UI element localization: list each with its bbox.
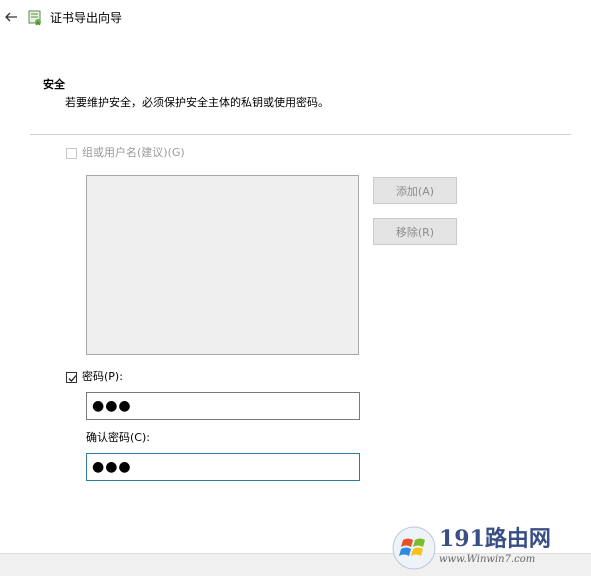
password-checkbox[interactable] (66, 372, 77, 383)
group-checkbox-label: 组或用户名(建议)(G) (82, 146, 185, 159)
password-checkbox-label: 密码(P): (82, 370, 123, 383)
divider (30, 134, 571, 135)
back-arrow-icon[interactable] (4, 9, 18, 23)
window-title: 证书导出向导 (50, 11, 123, 25)
title-bar: 证书导出向导 (0, 0, 591, 38)
group-checkbox[interactable] (66, 148, 77, 159)
section-heading: 安全 (43, 78, 65, 91)
confirm-password-label: 确认密码(C): (86, 431, 150, 444)
watermark-brand: 191路由网 (439, 526, 551, 552)
section-description: 若要维护安全，必须保护安全主体的私钥或使用密码。 (65, 96, 329, 109)
checkmark-icon (68, 375, 77, 382)
remove-button[interactable]: 移除(R) (373, 218, 457, 245)
password-input[interactable]: ●●● (86, 392, 360, 420)
watermark-url: www.Winwin7.com (439, 554, 536, 565)
certificate-wizard-icon (26, 9, 44, 27)
add-button[interactable]: 添加(A) (373, 177, 457, 204)
confirm-password-input[interactable]: ●●● (86, 453, 360, 481)
watermark: 191路由网 www.Winwin7.com (391, 522, 591, 575)
windows-logo-icon (391, 525, 437, 571)
group-user-list[interactable] (86, 175, 359, 355)
